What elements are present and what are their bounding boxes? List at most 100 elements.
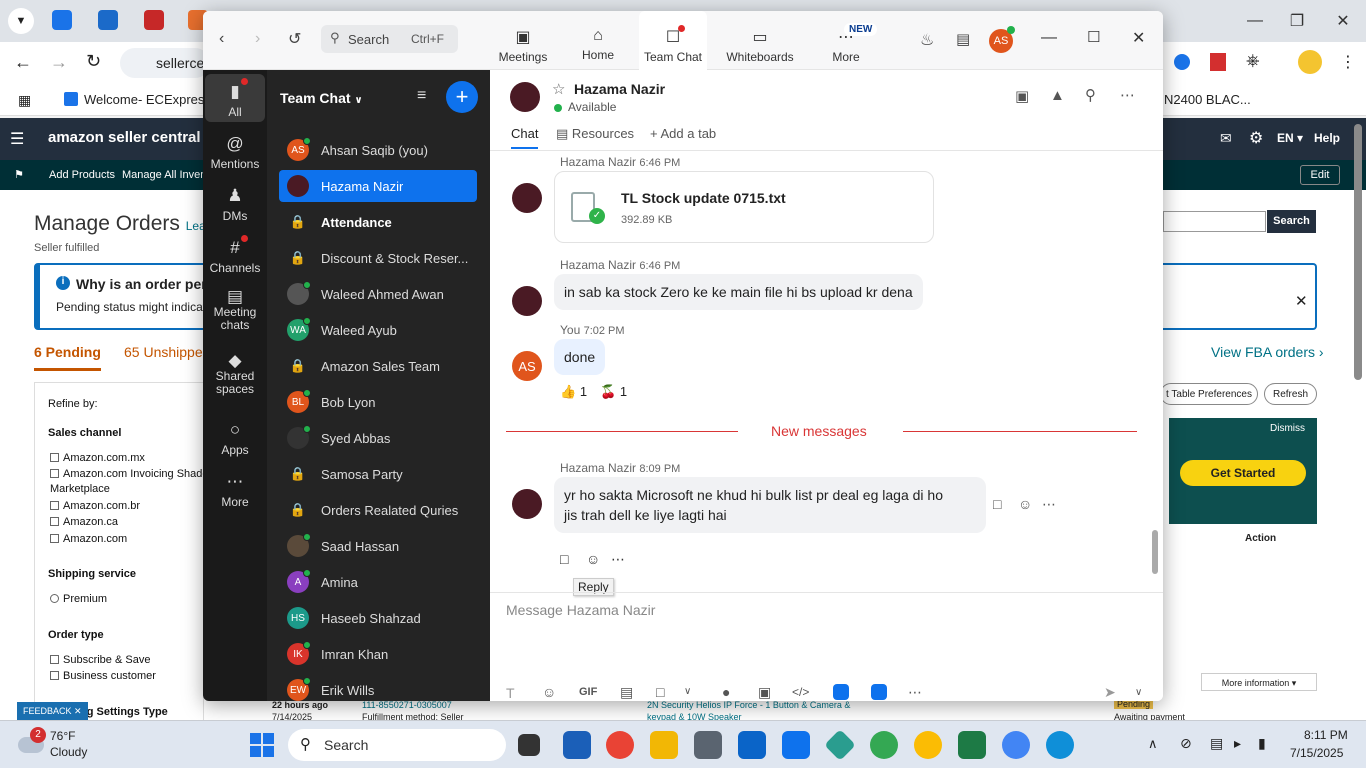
reply-in-thread-icon[interactable]: □	[993, 496, 1001, 512]
rail-meeting-chats[interactable]: ▤ Meeting chats	[203, 288, 267, 332]
address-bar[interactable]: sellerce	[120, 48, 210, 78]
message-more-icon[interactable]: ⋯	[1042, 496, 1056, 513]
table-preferences-button[interactable]: t Table Preferences	[1160, 383, 1258, 405]
bookmark-right[interactable]: N2400 BLAC...	[1164, 92, 1251, 107]
volume-icon[interactable]: ▸	[1234, 735, 1241, 752]
mail-icon[interactable]: ✉	[1220, 130, 1232, 147]
chat-list-item[interactable]: 🔒 Discount & Stock Reser...	[279, 242, 477, 274]
chat-list-item[interactable]: BL Bob Lyon	[279, 386, 477, 418]
page-scrollbar[interactable]	[1354, 124, 1362, 380]
clock-date[interactable]: 7/15/2025	[1290, 746, 1343, 760]
channel-option-2[interactable]: Amazon.com Invoicing Shado	[50, 468, 209, 480]
composer-more-icon[interactable]: ⋯	[908, 684, 922, 701]
tab-search-button[interactable]: ▼	[8, 8, 34, 34]
channel-option-1[interactable]: Amazon.com.mx	[50, 452, 145, 464]
hamburger-icon[interactable]: ☰	[10, 129, 24, 149]
tab-icon-3[interactable]	[144, 10, 164, 30]
edge-icon[interactable]	[1046, 731, 1074, 759]
tab-unshipped[interactable]: 65 Unshipped	[124, 344, 210, 360]
nav-tab-more[interactable]: ⋯ More	[823, 11, 869, 70]
feedback-tab[interactable]: FEEDBACK ✕	[17, 702, 88, 720]
task-view-icon[interactable]	[518, 734, 540, 756]
rail-apps[interactable]: ○ Apps	[203, 420, 267, 457]
nav-tab-whiteboards[interactable]: ▭ Whiteboards	[723, 11, 797, 70]
rail-mentions[interactable]: @ Mentions	[203, 134, 267, 171]
channel-option-5[interactable]: Amazon.com	[50, 533, 127, 545]
chat-list-item[interactable]: WA Waleed Ayub	[279, 314, 477, 346]
chat-list-item[interactable]: HS Haseeb Shahzad	[279, 602, 477, 634]
video-message-icon[interactable]: ▣	[758, 684, 771, 701]
send-icon[interactable]: ➤	[1104, 684, 1116, 701]
chat-search-icon[interactable]: ⚲	[1085, 86, 1096, 104]
history-icon[interactable]: ↺	[288, 29, 301, 49]
premium-radio[interactable]: Premium	[50, 593, 107, 605]
screenshot-icon[interactable]: □	[656, 684, 664, 700]
bookmark-welcome[interactable]: Welcome- ECExpres...	[64, 92, 215, 107]
chat-list-item[interactable]: Saad Hassan	[279, 530, 477, 562]
outlook-icon[interactable]	[738, 731, 766, 759]
video-call-icon[interactable]: ▣	[1015, 87, 1029, 105]
search-orders-button[interactable]: Search	[1267, 210, 1316, 233]
ec-tab-icon[interactable]	[52, 10, 72, 30]
sender-avatar[interactable]	[512, 489, 542, 519]
weather-widget[interactable]: 2 76°F Cloudy	[12, 727, 152, 763]
zoom-taskbar-icon[interactable]	[782, 731, 810, 759]
chat-list-item[interactable]: Waleed Ahmed Awan	[279, 278, 477, 310]
chrome-menu-icon[interactable]: ⋮	[1340, 52, 1356, 72]
store-icon[interactable]	[563, 731, 591, 759]
zoom-minimize-button[interactable]: —	[1041, 29, 1057, 47]
forward-icon[interactable]: →	[50, 52, 68, 73]
zoom-maximize-button[interactable]: ☐	[1087, 28, 1100, 46]
tab-icon-2[interactable]	[98, 10, 118, 30]
app-icon-1[interactable]	[833, 684, 849, 700]
chrome-profile-icon-3[interactable]	[1002, 731, 1030, 759]
view-fba-link[interactable]: View FBA orders ›	[1211, 344, 1324, 360]
apps-grid-icon[interactable]: ▦	[18, 92, 31, 109]
chrome-profile-icon-2[interactable]	[914, 731, 942, 759]
zoom-close-button[interactable]: ✕	[1132, 28, 1145, 48]
emoji-icon[interactable]: ☺	[542, 684, 556, 700]
help-link[interactable]: Help	[1314, 131, 1340, 145]
chat-more-icon[interactable]: ⋯	[1120, 86, 1135, 104]
chat-scrollbar[interactable]	[1152, 530, 1158, 574]
rail-shared-spaces[interactable]: ◆ Shared spaces	[203, 352, 267, 396]
rail-all[interactable]: ▮ All	[205, 74, 265, 122]
chat-list-item[interactable]: Syed Abbas	[279, 422, 477, 454]
manage-inventory-link[interactable]: Manage All Invent	[122, 169, 209, 181]
contact-avatar[interactable]	[510, 82, 540, 112]
emoji-react-icon[interactable]: ☺	[586, 551, 600, 567]
self-avatar[interactable]: AS	[512, 351, 542, 381]
chrome-close-button[interactable]: ✕	[1328, 8, 1358, 34]
edit-button[interactable]: Edit	[1300, 165, 1340, 185]
get-started-button[interactable]: Get Started	[1180, 460, 1306, 486]
star-icon[interactable]: ☆	[552, 80, 565, 98]
sender-avatar[interactable]	[512, 183, 542, 213]
screenshot-dropdown-icon[interactable]: ∨	[684, 686, 691, 697]
zoom-search-box[interactable]: ⚲ Search Ctrl+F	[321, 25, 458, 53]
rail-dms[interactable]: ♟ DMs	[203, 186, 267, 223]
app-icon-2[interactable]	[871, 684, 887, 700]
calendar-icon[interactable]: ▤	[956, 30, 970, 48]
channel-option-3[interactable]: Amazon.com.br	[50, 500, 140, 512]
settings-gear-icon[interactable]: ⚙	[1249, 128, 1263, 148]
add-reaction-icon[interactable]: ☺	[1018, 496, 1032, 512]
chrome-restore-button[interactable]: ❐	[1282, 8, 1312, 34]
chat-list-item[interactable]: 🔒 Attendance	[279, 206, 477, 238]
app-icon-teal[interactable]	[824, 729, 856, 761]
tab-add[interactable]: + Add a tab	[650, 126, 716, 141]
reload-icon[interactable]: ↻	[86, 51, 101, 72]
chat-list-item[interactable]: Hazama Nazir	[279, 170, 477, 202]
pdf-extension-icon[interactable]	[1210, 53, 1226, 71]
forward-arrow-icon[interactable]: ›	[255, 30, 260, 48]
file-attachment[interactable]: ✓ TL Stock update 0715.txt 392.89 KB	[554, 171, 934, 243]
microphone-icon[interactable]: ●	[722, 684, 730, 700]
sender-avatar[interactable]	[512, 286, 542, 316]
gif-button[interactable]: GIF	[579, 686, 597, 698]
order-type-option-1[interactable]: Subscribe & Save	[50, 654, 150, 666]
nav-tab-meetings[interactable]: ▣ Meetings	[493, 11, 553, 70]
reply-icon[interactable]: □	[560, 551, 568, 567]
taskbar-search[interactable]: ⚲ Search	[288, 729, 506, 761]
chat-list-item[interactable]: AS Ahsan Saqib (you)	[279, 134, 477, 166]
chat-list-item[interactable]: IK Imran Khan	[279, 638, 477, 670]
message-input[interactable]: Message Hazama Nazir	[506, 602, 1146, 652]
